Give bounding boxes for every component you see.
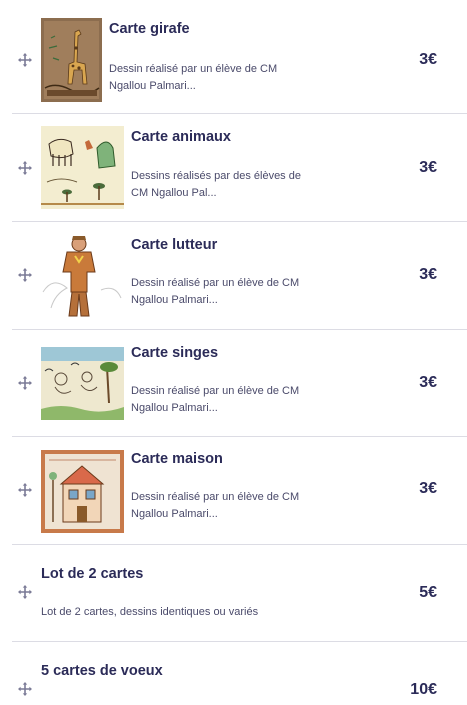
product-thumbnail-monkeys[interactable] bbox=[41, 347, 124, 420]
drag-handle-icon[interactable] bbox=[18, 483, 32, 497]
drag-handle-icon[interactable] bbox=[18, 53, 32, 67]
list-item[interactable]: Carte animaux Dessins réalisés par des é… bbox=[12, 114, 467, 222]
product-description: Dessin réalisé par un élève de CM Ngallo… bbox=[109, 63, 278, 92]
product-price: 3€ bbox=[419, 374, 437, 391]
product-title: Carte girafe bbox=[109, 21, 190, 37]
product-title: Carte animaux bbox=[131, 129, 231, 145]
product-title: Carte maison bbox=[131, 451, 223, 467]
product-price: 5€ bbox=[419, 584, 437, 601]
product-title: Carte lutteur bbox=[131, 237, 218, 253]
product-title: 5 cartes de voeux bbox=[41, 663, 163, 679]
product-price: 3€ bbox=[419, 480, 437, 497]
product-title: Carte singes bbox=[131, 345, 219, 361]
product-thumbnail-wrestler[interactable] bbox=[41, 232, 124, 318]
list-item[interactable]: Carte lutteur Dessin réalisé par un élèv… bbox=[12, 222, 467, 330]
product-thumbnail-house[interactable] bbox=[41, 450, 124, 533]
drag-handle-icon[interactable] bbox=[18, 682, 32, 696]
list-item[interactable]: Lot de 2 cartes Lot de 2 cartes, dessins… bbox=[12, 545, 467, 642]
list-item[interactable]: Carte maison Dessin réalisé par un élève… bbox=[12, 437, 467, 545]
product-title: Lot de 2 cartes bbox=[41, 566, 144, 582]
list-item[interactable]: Carte singes Dessin réalisé par un élève… bbox=[12, 330, 467, 437]
product-description: Dessin réalisé par un élève de CM Ngallo… bbox=[131, 385, 300, 414]
product-description: Dessin réalisé par un élève de CM Ngallo… bbox=[131, 491, 300, 520]
drag-handle-icon[interactable] bbox=[18, 161, 32, 175]
list-item[interactable]: 5 cartes de voeux 10€ bbox=[12, 642, 467, 705]
product-description: Dessins réalisés par des élèves de CM Ng… bbox=[131, 170, 301, 199]
product-description: Lot de 2 cartes, dessins identiques ou v… bbox=[41, 606, 259, 618]
product-thumbnail-giraffe[interactable] bbox=[41, 18, 102, 102]
product-description: Dessin réalisé par un élève de CM Ngallo… bbox=[131, 277, 300, 306]
drag-handle-icon[interactable] bbox=[18, 268, 32, 282]
drag-handle-icon[interactable] bbox=[18, 585, 32, 599]
product-price: 3€ bbox=[419, 51, 437, 68]
product-price: 3€ bbox=[419, 266, 437, 283]
product-price: 10€ bbox=[410, 681, 437, 698]
list-item[interactable]: Carte girafe Dessin réalisé par un élève… bbox=[12, 0, 467, 114]
drag-handle-icon[interactable] bbox=[18, 376, 32, 390]
product-price: 3€ bbox=[419, 159, 437, 176]
product-thumbnail-animals[interactable] bbox=[41, 126, 124, 209]
